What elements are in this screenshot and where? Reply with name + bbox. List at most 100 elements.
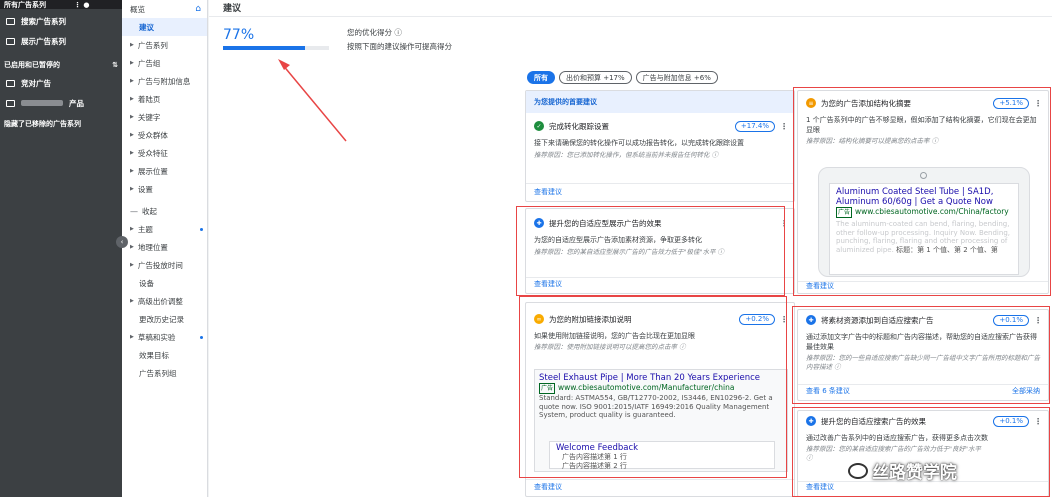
- nav-item-locations[interactable]: ▶ 地理位置: [122, 238, 207, 256]
- card-divider: [526, 277, 794, 278]
- card-header: ≡ 为您的广告添加结构化摘要 +5.1% ⋮: [798, 93, 1048, 113]
- main-content: 建议 77% 您的优化得分 ⓘ 按照下面的建议操作可提高得分 所有 出价和预算 …: [209, 0, 1052, 497]
- home-icon[interactable]: ⌂: [195, 4, 201, 14]
- more-icon[interactable]: ⋮: [780, 315, 788, 324]
- more-icon[interactable]: ⋮: [780, 122, 788, 131]
- nav-label: 设备: [139, 278, 154, 288]
- link-icon: ∞: [534, 314, 544, 324]
- nav-item-overview[interactable]: 概览 ⌂: [122, 0, 207, 18]
- card-title: 提升您的自适应搜索广告的效果: [821, 416, 926, 426]
- caret-right-icon: ▶: [130, 262, 134, 268]
- sitelink-title: Welcome Feedback: [556, 443, 639, 453]
- card-divider: [526, 183, 794, 184]
- hidden-removed-note[interactable]: 隐藏了已移除的广告系列: [0, 113, 122, 135]
- more-icon[interactable]: ⋮: [1034, 316, 1042, 325]
- ad-url-text: www.cbiesautomotive.com/Manufacturer/chi…: [558, 383, 735, 392]
- card-description: 通过添加文字广告中的标题和广告内容描述，帮助您的自适应搜索广告获得最佳效果: [806, 333, 1037, 351]
- sidebar-item-label: 展示广告系列: [21, 36, 66, 46]
- nav-label: 展示位置: [137, 166, 168, 176]
- nav-label: 草稿和实验: [137, 332, 176, 342]
- card-reason: 推荐原因：您的一些自适应搜索广告缺少同一广告组中文字广告所用的标题和广告内容描述…: [806, 354, 1040, 371]
- nav-item-devices[interactable]: 设备: [122, 274, 207, 292]
- card-title: 完成转化跟踪设置: [549, 121, 609, 131]
- optimization-score: 77%: [223, 27, 255, 43]
- view-recommendation-link[interactable]: 查看建议: [534, 187, 562, 197]
- more-icon[interactable]: ⋮: [780, 219, 788, 228]
- nav-item-campaigns[interactable]: ▶ 广告系列: [122, 36, 207, 54]
- more-icon[interactable]: ⋮: [1034, 417, 1042, 426]
- nav-item-demographics[interactable]: ▶ 受众特征: [122, 144, 207, 162]
- caret-right-icon: ▶: [130, 168, 134, 174]
- sort-icon[interactable]: ⇅: [112, 61, 118, 69]
- nav-item-keywords[interactable]: ▶ 关键字: [122, 108, 207, 126]
- nav-item-topics[interactable]: ▶ 主题: [122, 220, 207, 238]
- apply-all-link[interactable]: 全部采纳: [1012, 386, 1040, 396]
- card-conversion: 为您提供的首要建议 ✓ 完成转化跟踪设置 +17.4% ⋮ 接下来请确保您的转化…: [525, 90, 795, 202]
- nav-item-schedule[interactable]: ▶ 广告投放时间: [122, 256, 207, 274]
- page-title: 建议: [223, 4, 242, 14]
- ad-description: The aluminum-coated can bend, flaring, b…: [836, 220, 1012, 254]
- nav-label: 效果目标: [139, 350, 169, 360]
- card-header: ✚ 提升您的自适应搜索广告的效果 +0.1% ⋮: [798, 411, 1048, 431]
- sidebar-item-label: 竞对广告: [21, 78, 51, 88]
- sidebar-top-label[interactable]: 所有广告系列: [4, 0, 46, 10]
- nav-item-ads[interactable]: ▶ 广告与附加信息: [122, 72, 207, 90]
- card-rsa-improve: ✚ 提升您的自适应搜索广告的效果 +0.1% ⋮ 通过改善广告系列中的自适应搜索…: [797, 410, 1049, 497]
- card-divider: [798, 384, 1048, 385]
- nav-item-placements[interactable]: ▶ 展示位置: [122, 162, 207, 180]
- card-reason: 推荐原因：结构化摘要可以提高您的点击率 ⓘ: [806, 137, 939, 145]
- nav-label: 设置: [137, 184, 153, 194]
- collapse-sidebar-icon[interactable]: ‹: [116, 236, 128, 248]
- view-recommendation-link[interactable]: 查看建议: [534, 279, 562, 289]
- nav-item-audiences[interactable]: ▶ 受众群体: [122, 126, 207, 144]
- caret-right-icon: ▶: [130, 60, 134, 66]
- card-description: 如果使用附加链接说明，您的广告会比现在更加显眼: [534, 332, 695, 340]
- card-description: 通过改善广告系列中的自适应搜索广告，获得更多点击次数: [806, 434, 988, 442]
- nav-item-settings[interactable]: ▶ 设置: [122, 180, 207, 198]
- view-recommendation-link[interactable]: 查看建议: [806, 281, 834, 291]
- search-campaign-icon: [6, 17, 15, 25]
- nav-item-drafts[interactable]: ▶ 草稿和实验: [122, 328, 207, 346]
- ad-icon: ✚: [534, 218, 544, 228]
- nav-item-change-history[interactable]: 更改历史记录: [122, 310, 207, 328]
- status-filter[interactable]: 已启用和已暂停的 ⇅: [0, 57, 122, 73]
- more-icon[interactable]: ⋮ ●: [74, 1, 90, 9]
- card-reason: 推荐原因：您的某自适应型展示广告的广告效力低于"极佳"水平 ⓘ: [534, 248, 725, 256]
- sidebar-item-display[interactable]: 展示广告系列: [0, 31, 122, 51]
- nav-item-goals[interactable]: 效果目标: [122, 346, 207, 364]
- score-uplift-badge: +5.1%: [993, 97, 1029, 109]
- card-description: 接下来请确保您的转化操作可以成功报告转化，以完成转化跟踪设置: [534, 139, 744, 147]
- card-description: 为您的自适应型展示广告添加素材资源，争取更多转化: [534, 236, 702, 244]
- sidebar-item-competitor[interactable]: 竞对广告: [0, 73, 122, 93]
- view-recommendations-link[interactable]: 查看 6 条建议: [806, 386, 850, 396]
- view-recommendation-link[interactable]: 查看建议: [534, 482, 562, 492]
- nav-collapse[interactable]: — 收起: [122, 202, 207, 220]
- filter-ads[interactable]: 广告与附加信息 +6%: [635, 71, 718, 84]
- card-sitelinks: ∞ 为您的附加链接添加说明 +0.2% ⋮ 如果使用附加链接说明，您的广告会比现…: [525, 302, 795, 497]
- card-header: ✚ 提升您的自适应型展示广告的效果 ⋮: [526, 213, 794, 233]
- phone-speaker-icon: [920, 172, 927, 179]
- nav-item-recommendations[interactable]: 建议: [122, 18, 207, 36]
- nav-item-campaign-groups[interactable]: 广告系列组: [122, 364, 207, 382]
- view-recommendation-link[interactable]: 查看建议: [806, 482, 834, 492]
- score-label[interactable]: 您的优化得分 ⓘ: [347, 27, 402, 38]
- nav-item-bid-adjust[interactable]: ▶ 高级出价调整: [122, 292, 207, 310]
- filter-bidding[interactable]: 出价和预算 +17%: [559, 71, 632, 84]
- sidebar-item-search[interactable]: 搜索广告系列: [0, 11, 122, 31]
- nav-label: 建议: [139, 22, 154, 32]
- ad-tag: 广告: [836, 207, 853, 218]
- more-icon[interactable]: ⋮: [1034, 99, 1042, 108]
- score-bar-fill: [223, 46, 305, 50]
- filter-all[interactable]: 所有: [527, 71, 555, 84]
- top-recommendations-banner: 为您提供的首要建议: [526, 91, 794, 113]
- nav-label: 更改历史记录: [139, 314, 184, 324]
- ad-url: 广告 www.cbiesautomotive.com/Manufacturer/c…: [539, 383, 783, 394]
- card-title: 将素材资源添加到自适应搜索广告: [821, 315, 934, 325]
- card-header: ✚ 将素材资源添加到自适应搜索广告 +0.1% ⋮: [798, 310, 1048, 330]
- new-dot: [200, 335, 203, 339]
- nav-item-ad-groups[interactable]: ▶ 广告组: [122, 54, 207, 72]
- sidebar-item-product[interactable]: 产品: [0, 93, 122, 113]
- card-title: 提升您的自适应型展示广告的效果: [549, 218, 662, 228]
- nav-item-landing[interactable]: ▶ 着陆页: [122, 90, 207, 108]
- score-bar: [223, 46, 329, 50]
